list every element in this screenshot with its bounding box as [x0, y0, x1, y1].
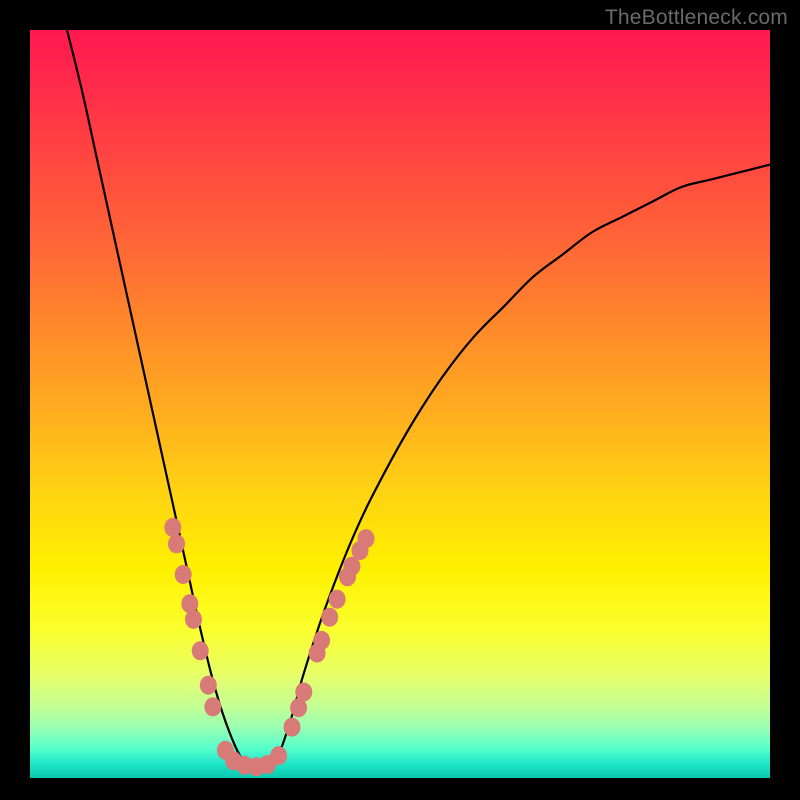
data-marker: [192, 641, 209, 660]
data-marker: [204, 697, 221, 716]
chart-frame: TheBottleneck.com: [0, 0, 800, 800]
data-markers: [164, 518, 374, 776]
data-marker: [358, 529, 375, 548]
data-marker: [321, 608, 338, 627]
chart-overlay: [30, 30, 770, 778]
data-marker: [270, 746, 287, 765]
watermark-text: TheBottleneck.com: [605, 6, 788, 30]
data-marker: [200, 676, 217, 695]
data-marker: [295, 683, 312, 702]
data-marker: [284, 718, 301, 737]
bottleneck-curve: [67, 30, 770, 771]
data-marker: [168, 534, 185, 553]
data-marker: [185, 610, 202, 629]
data-marker: [164, 518, 181, 537]
data-marker: [175, 565, 192, 584]
data-marker: [313, 631, 330, 650]
data-marker: [329, 590, 346, 609]
